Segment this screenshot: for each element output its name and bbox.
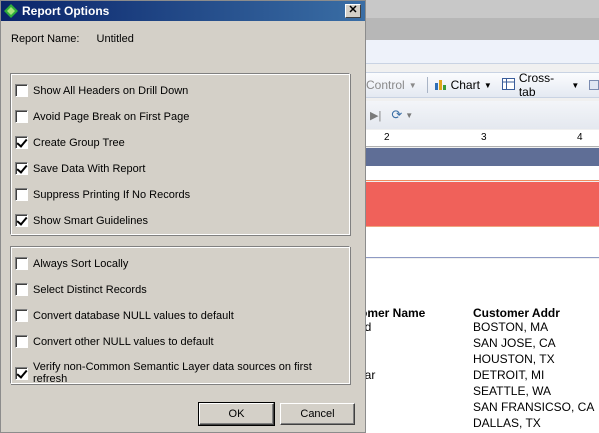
- address-cell: BOSTON, MA: [473, 320, 549, 334]
- chevron-down-icon[interactable]: ▼: [405, 111, 413, 120]
- insert-toolbar: Control ▼ Chart ▼ Cross-tab ▼: [364, 71, 599, 99]
- ruler-mark: 3: [481, 132, 487, 143]
- chart-icon: [434, 78, 447, 93]
- option-label: Create Group Tree: [33, 136, 125, 149]
- option-row[interactable]: Avoid Page Break on First Page: [15, 110, 189, 123]
- address-cell: SAN JOSE, CA: [473, 336, 556, 350]
- option-row[interactable]: Create Group Tree: [15, 136, 125, 149]
- option-row[interactable]: Suppress Printing If No Records: [15, 188, 190, 201]
- ruler: 2 3 4: [364, 130, 599, 147]
- checkbox[interactable]: [15, 214, 28, 227]
- navigation-toolbar: ▶| ⟳ ▼: [364, 101, 599, 129]
- address-cell: DETROIT, MI: [473, 368, 545, 382]
- options-group-general: Show All Headers on Drill Down Avoid Page…: [10, 73, 350, 235]
- refresh-icon[interactable]: ⟳: [391, 107, 402, 123]
- toolbar-separator: [426, 77, 428, 93]
- crystal-reports-icon: [4, 4, 18, 18]
- report-name-label: Report Name:: [11, 33, 80, 45]
- checkbox[interactable]: [15, 110, 28, 123]
- report-name-value: Untitled: [96, 33, 134, 45]
- option-label: Show Smart Guidelines: [33, 214, 148, 227]
- crosstab-menu[interactable]: Cross-tab ▼: [501, 71, 580, 99]
- report-preview: tomer Name Customer Addr nd t dar a e n …: [356, 259, 599, 433]
- option-row[interactable]: Always Sort Locally: [15, 257, 128, 270]
- designer-menu-area: [364, 18, 599, 40]
- designer-tab-strip: [364, 40, 599, 64]
- option-label: Verify non-Common Semantic Layer data so…: [33, 361, 312, 385]
- ok-button[interactable]: OK: [198, 402, 275, 426]
- option-label: Show All Headers on Drill Down: [33, 84, 189, 97]
- checkbox[interactable]: [15, 366, 28, 380]
- last-page-icon[interactable]: ▶|: [370, 109, 381, 122]
- checkbox[interactable]: [15, 162, 28, 175]
- column-header: Customer Addr: [473, 306, 560, 320]
- option-label: Always Sort Locally: [33, 257, 129, 270]
- checkbox[interactable]: [15, 283, 28, 296]
- option-row[interactable]: Select Distinct Records: [15, 283, 147, 296]
- ruler-mark: 2: [384, 132, 390, 143]
- chart-label: Chart: [450, 78, 480, 92]
- option-row[interactable]: Show Smart Guidelines: [15, 214, 148, 227]
- ruler-mark: 4: [577, 132, 583, 143]
- option-label: Select Distinct Records: [33, 283, 147, 296]
- dialog-titlebar[interactable]: Report Options ✕: [1, 1, 365, 21]
- close-icon: ✕: [348, 4, 358, 16]
- option-row[interactable]: Save Data With Report: [15, 162, 146, 175]
- chevron-down-icon: ▼: [571, 80, 580, 90]
- designer-title-area: [364, 0, 599, 18]
- checkbox[interactable]: [15, 188, 28, 201]
- checkbox[interactable]: [15, 309, 28, 322]
- option-row[interactable]: Verify non-Common Semantic Layer data so…: [15, 361, 349, 385]
- close-button[interactable]: ✕: [345, 4, 361, 18]
- chart-menu[interactable]: Chart ▼: [434, 78, 492, 93]
- chevron-down-icon: ▼: [408, 80, 417, 90]
- dialog-title: Report Options: [22, 4, 110, 18]
- option-label: Convert other NULL values to default: [33, 335, 214, 348]
- chevron-down-icon: ▼: [483, 80, 492, 90]
- options-group-data: Always Sort Locally Select Distinct Recor…: [10, 246, 350, 385]
- checkbox[interactable]: [15, 136, 28, 149]
- address-cell: DALLAS, TX: [473, 416, 541, 430]
- address-cell: SAN FRANSICSO, CA: [473, 400, 595, 414]
- option-label: Save Data With Report: [33, 162, 146, 175]
- checkbox[interactable]: [15, 84, 28, 97]
- control-label: Control: [366, 78, 405, 92]
- option-label: Avoid Page Break on First Page: [33, 110, 190, 123]
- section-band: [364, 148, 599, 166]
- checkbox[interactable]: [15, 257, 28, 270]
- section-band: [364, 166, 599, 181]
- column-header: tomer Name: [356, 306, 426, 320]
- option-row[interactable]: Show All Headers on Drill Down: [15, 84, 188, 97]
- section-band: [364, 226, 599, 258]
- address-cell: HOUSTON, TX: [473, 352, 555, 366]
- option-row[interactable]: Convert other NULL values to default: [15, 335, 214, 348]
- crosstab-label: Cross-tab: [518, 71, 555, 99]
- more-icon[interactable]: [589, 80, 599, 90]
- option-row[interactable]: Convert database NULL values to default: [15, 309, 234, 322]
- cancel-button[interactable]: Cancel: [280, 403, 355, 425]
- crosstab-icon: [501, 77, 515, 93]
- header-band: [364, 182, 599, 226]
- report-options-dialog: Report Options ✕ Report Name: Untitled S…: [0, 0, 366, 433]
- report-name-row: Report Name: Untitled: [11, 33, 134, 45]
- option-label: Convert database NULL values to default: [33, 309, 234, 322]
- checkbox[interactable]: [15, 335, 28, 348]
- control-menu[interactable]: Control ▼: [366, 78, 417, 92]
- option-label: Suppress Printing If No Records: [33, 188, 191, 201]
- address-cell: SEATTLE, WA: [473, 384, 552, 398]
